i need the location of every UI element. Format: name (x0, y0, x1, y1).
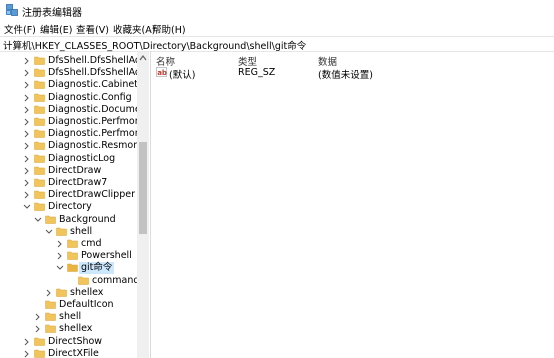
values-pane: 名称 类型 数据 ab (默认) REG_SZ (数值未设置) (152, 52, 554, 358)
folder-icon (34, 190, 45, 199)
folder-icon (45, 325, 56, 334)
value-type: REG_SZ (238, 67, 276, 78)
svg-text:ab: ab (157, 69, 167, 77)
column-header-name[interactable]: 名称 (156, 54, 175, 68)
menu-favorites[interactable]: 收藏夹(A) (113, 22, 155, 36)
tree-item-label: shell (70, 225, 93, 237)
folder-icon (34, 56, 45, 65)
chevron-right-icon[interactable] (55, 250, 65, 262)
chevron-right-icon[interactable] (22, 92, 32, 104)
folder-icon (67, 251, 78, 260)
tree-item-label: DiagnosticLog (48, 152, 116, 164)
address-bar[interactable]: 计算机\HKEY_CLASSES_ROOT\Directory\Backgrou… (0, 36, 554, 52)
folder-icon (34, 349, 45, 358)
tree-item-label: command (92, 274, 137, 286)
tree-item-label: DefaultIcon (59, 299, 114, 310)
chevron-right-icon[interactable] (44, 287, 54, 299)
tree-item-label: Diagnostic.Perfmon.C (48, 116, 137, 127)
chevron-down-icon[interactable] (33, 214, 43, 226)
chevron-right-icon[interactable] (22, 140, 32, 152)
pane-splitter[interactable] (150, 52, 151, 358)
chevron-down-icon[interactable] (22, 201, 32, 213)
chevron-right-icon[interactable] (22, 177, 32, 189)
tree-item-label: Diagnostic.Config (48, 91, 132, 103)
folder-icon (34, 166, 45, 175)
tree-item-label: Directory (48, 201, 92, 213)
folder-icon (34, 203, 45, 212)
tree-item-label: Diagnostic.Document (48, 103, 137, 115)
chevron-right-icon[interactable] (22, 189, 32, 201)
scroll-thumb[interactable] (139, 142, 147, 234)
folder-icon (56, 227, 67, 236)
folder-icon (45, 300, 56, 309)
tree-item-label: DirectDrawClipper (48, 189, 135, 201)
tree-item-label: Diagnostic.Resmon.Co (48, 140, 137, 152)
registry-app-icon (6, 4, 18, 16)
folder-icon (34, 117, 45, 126)
chevron-right-icon[interactable] (55, 238, 65, 250)
tree-item-label: Diagnostic.Cabinet (48, 79, 137, 91)
chevron-right-icon[interactable] (22, 128, 32, 140)
tree-item-label: cmd (81, 238, 102, 249)
menu-edit[interactable]: 编辑(E) (40, 22, 72, 36)
chevron-right-icon[interactable] (22, 153, 32, 165)
folder-icon (45, 312, 56, 321)
folder-icon (34, 142, 45, 151)
chevron-down-icon[interactable] (44, 226, 54, 238)
tree-item-label: DirectDraw7 (48, 177, 108, 188)
folder-icon (34, 93, 45, 102)
folder-icon (34, 337, 45, 346)
chevron-down-icon[interactable] (55, 262, 65, 274)
tree-item-label: Diagnostic.Perfmon.D (48, 128, 137, 140)
folder-icon (34, 105, 45, 114)
folder-icon (78, 276, 89, 285)
chevron-right-icon[interactable] (22, 116, 32, 128)
tree-item-label: DirectXFile (48, 347, 99, 358)
column-header-data[interactable]: 数据 (318, 54, 337, 68)
chevron-right-icon[interactable] (22, 348, 32, 358)
chevron-right-icon[interactable] (22, 104, 32, 116)
tree-scrollbar[interactable] (137, 52, 149, 358)
folder-icon (67, 239, 78, 248)
folder-icon (34, 154, 45, 163)
chevron-right-icon[interactable] (22, 165, 32, 177)
tree-item-label: DirectShow (48, 335, 103, 347)
menu-bar: 文件(F) 编辑(E) 查看(V) 收藏夹(A) 帮助(H) (0, 20, 554, 36)
folder-icon (45, 215, 56, 224)
ab-string-icon: ab (156, 67, 167, 77)
value-data: (数值未设置) (318, 70, 373, 81)
chevron-right-icon[interactable] (22, 79, 32, 91)
folder-icon (34, 81, 45, 90)
folder-icon (34, 129, 45, 138)
chevron-right-icon[interactable] (22, 336, 32, 348)
tree-item-label: Background (59, 213, 116, 225)
scroll-up-arrow-icon[interactable] (139, 54, 147, 62)
column-header-type[interactable]: 类型 (238, 54, 257, 68)
menu-file[interactable]: 文件(F) (4, 22, 36, 36)
menu-view[interactable]: 查看(V) (76, 22, 109, 36)
folder-icon (56, 288, 67, 297)
tree-item-label: Powershell (81, 250, 132, 262)
tree-item-label: DirectDraw (48, 164, 102, 176)
chevron-right-icon[interactable] (22, 55, 32, 67)
tree-item-label: shellex (59, 323, 93, 335)
folder-icon (67, 264, 78, 273)
address-path[interactable]: 计算机\HKEY_CLASSES_ROOT\Directory\Backgrou… (3, 38, 306, 52)
chevron-right-icon[interactable] (33, 311, 43, 323)
title-bar: 注册表编辑器 (0, 0, 554, 20)
chevron-right-icon[interactable] (22, 67, 32, 79)
folder-icon (34, 178, 45, 187)
value-name[interactable]: (默认) (169, 67, 195, 81)
registry-tree: DfsShell.DfsShellAdmiDfsShell.DfsShellAd… (0, 52, 137, 358)
window-title: 注册表编辑器 (22, 8, 82, 19)
folder-icon (34, 68, 45, 77)
tree-item-label: DfsShell.DfsShellAdmi (48, 67, 137, 79)
tree-item-label: shell (59, 311, 82, 323)
tree-item-label: git命令 (79, 262, 115, 275)
tree-item-label: DfsShell.DfsShellAdmi (48, 55, 137, 66)
menu-help[interactable]: 帮助(H) (152, 22, 186, 36)
chevron-right-icon[interactable] (33, 323, 43, 335)
tree-item-label: shellex (70, 286, 104, 298)
